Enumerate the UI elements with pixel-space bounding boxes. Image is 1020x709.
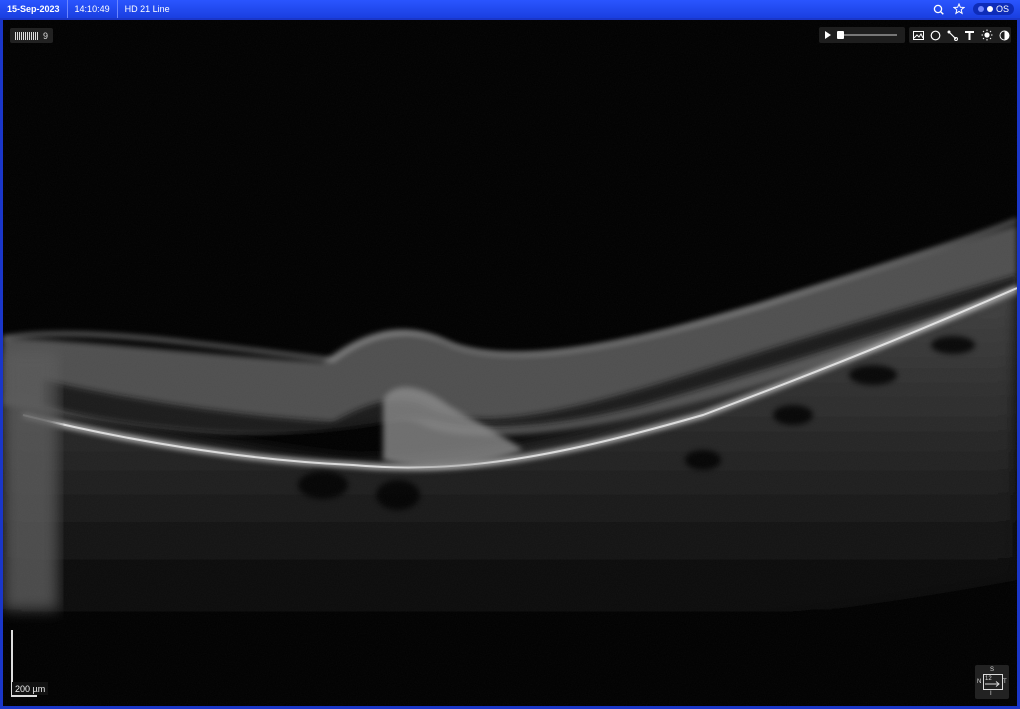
brightness-icon[interactable] <box>981 29 993 41</box>
oct-scan-viewer[interactable]: 9 200 µm S I N T 12 <box>3 20 1017 706</box>
scan-type: HD 21 Line <box>124 4 170 14</box>
measure-icon[interactable] <box>947 29 958 41</box>
title-bar: 15-Sep-2023 14:10:49 HD 21 Line OS <box>0 0 1020 18</box>
orient-box: 12 <box>983 674 1003 690</box>
frame-count-badge[interactable]: 9 <box>10 28 54 43</box>
contrast-icon[interactable] <box>999 29 1010 41</box>
ellipse-icon[interactable] <box>930 29 941 41</box>
playback-controls <box>819 27 905 43</box>
eye-label: OS <box>995 4 1009 14</box>
oct-b-scan-image <box>3 20 1017 706</box>
annotation-toolbar <box>909 27 1011 43</box>
scale-bar-horizontal <box>11 695 37 697</box>
play-icon[interactable] <box>825 31 831 39</box>
scale-label: 200 µm <box>12 682 49 695</box>
orient-temporal: T <box>1003 679 1007 685</box>
frame-bars-icon <box>15 31 38 40</box>
frame-count: 9 <box>43 30 49 41</box>
orient-inferior: I <box>990 691 992 697</box>
star-icon[interactable] <box>952 3 965 15</box>
eye-dot-od <box>977 6 984 12</box>
arrow-right-icon <box>985 681 1000 687</box>
image-icon[interactable] <box>913 29 924 41</box>
eye-toggle[interactable]: OS <box>972 3 1014 15</box>
text-icon[interactable] <box>964 29 975 41</box>
search-icon[interactable] <box>933 3 945 15</box>
orient-superior: S <box>990 667 995 673</box>
orient-nasal: N <box>977 679 982 685</box>
frame-slider[interactable] <box>837 31 897 39</box>
orientation-indicator: S I N T 12 <box>975 665 1009 699</box>
frame-slider-thumb[interactable] <box>837 31 844 39</box>
scan-date: 15-Sep-2023 <box>0 0 68 18</box>
eye-dot-os <box>986 6 993 12</box>
scan-time: 14:10:49 <box>68 0 118 18</box>
